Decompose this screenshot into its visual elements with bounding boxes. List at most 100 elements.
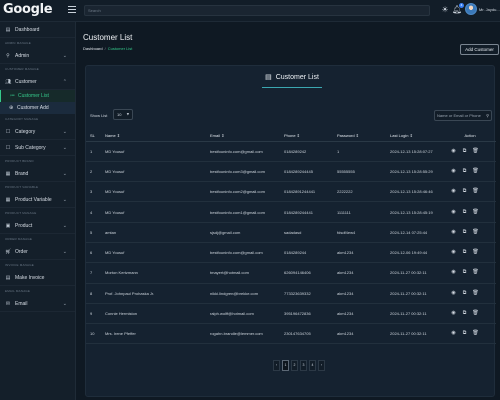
- cell-email: bestfouninfo.com@gmail.com: [210, 141, 284, 162]
- sidebar-item-email[interactable]: ✉ Email ⌄: [0, 296, 75, 312]
- cell-name: Connie Hermiston: [101, 303, 210, 325]
- edit-icon[interactable]: ⧉: [461, 209, 468, 216]
- avatar[interactable]: [465, 3, 477, 15]
- cell-sl: 7: [86, 262, 101, 284]
- view-icon[interactable]: ◉: [450, 229, 457, 236]
- view-icon[interactable]: ◉: [450, 148, 457, 155]
- search-icon[interactable]: ⚲: [486, 113, 489, 118]
- delete-icon[interactable]: 🗑︎: [472, 188, 479, 195]
- sidebar-item-customer-list[interactable]: ≔ Customer List: [0, 90, 75, 102]
- admin-icon: ⚲: [6, 52, 10, 59]
- view-icon[interactable]: ◉: [450, 310, 457, 317]
- cell-email: sjsdj@gmail.com: [210, 222, 284, 243]
- hamburger-menu-icon[interactable]: [68, 6, 76, 14]
- cell-action: ◉ ⧉ 🗑︎: [444, 262, 496, 284]
- view-icon[interactable]: ◉: [450, 269, 457, 276]
- delete-icon[interactable]: 🗑︎: [472, 269, 479, 276]
- delete-icon[interactable]: 🗑︎: [472, 290, 479, 297]
- edit-icon[interactable]: ⧉: [461, 148, 468, 155]
- delete-icon[interactable]: 🗑︎: [472, 229, 479, 236]
- cell-phone: 230147634705: [284, 323, 337, 345]
- sidebar-item-sub-category[interactable]: ☐ Sub Category ⌄: [0, 140, 75, 156]
- pagination-next[interactable]: ›: [318, 360, 325, 371]
- view-icon[interactable]: ◉: [450, 188, 457, 195]
- sidebar-section-category: CATEGORY MANAGE: [5, 117, 39, 121]
- table-search-input[interactable]: [435, 111, 491, 120]
- sidebar-section-variable: PRODUCT VARIABLE: [5, 185, 39, 189]
- cell-email: bestfouninfo.com@gmail.com: [210, 242, 284, 264]
- pagination-page[interactable]: 4: [309, 360, 316, 371]
- col-action: Action: [444, 130, 496, 142]
- delete-icon[interactable]: 🗑︎: [472, 148, 479, 155]
- sidebar-item-admin[interactable]: ⚲ Admin ⌄: [0, 48, 75, 64]
- sidebar-item-customer[interactable]: 👥︎ Customer ⌃: [0, 74, 75, 90]
- cell-phone: 0184289242: [284, 141, 337, 162]
- edit-icon[interactable]: ⧉: [461, 229, 468, 236]
- cell-sl: 10: [86, 323, 101, 345]
- edit-icon[interactable]: ⧉: [461, 290, 468, 297]
- view-icon[interactable]: ◉: [450, 168, 457, 175]
- cell-password: 2222222: [337, 181, 390, 203]
- edit-icon[interactable]: ⧉: [461, 269, 468, 276]
- sidebar-item-dashboard[interactable]: ▤ Dashboard: [0, 22, 75, 38]
- add-customer-button[interactable]: Add Customer: [460, 44, 499, 55]
- chevron-down-icon: ▼: [126, 112, 129, 116]
- table-search[interactable]: ⚲: [434, 110, 492, 121]
- cell-action: ◉ ⧉ 🗑︎: [444, 201, 496, 223]
- chevron-down-icon: ⌄: [62, 129, 67, 135]
- edit-icon[interactable]: ⧉: [461, 168, 468, 175]
- delete-icon[interactable]: 🗑︎: [472, 249, 479, 256]
- sidebar-item-customer-add[interactable]: ⊕ Customer Add: [0, 102, 75, 114]
- view-icon[interactable]: ◉: [450, 330, 457, 337]
- edit-icon[interactable]: ⧉: [461, 310, 468, 317]
- table-row: 2 MD Yousuf bestfouninfo.com3@gmail.com 018…: [86, 161, 496, 183]
- col-password[interactable]: Password ⇕: [337, 130, 390, 142]
- view-icon[interactable]: ◉: [450, 290, 457, 297]
- cell-sl: 6: [86, 242, 101, 264]
- col-email[interactable]: Email ⇕: [210, 130, 284, 142]
- edit-icon[interactable]: ⧉: [461, 188, 468, 195]
- pagination: ‹ 1 2 3 4 ›: [273, 360, 325, 371]
- show-list-select[interactable]: 10 ▼: [113, 109, 133, 120]
- bell-icon[interactable]: 🔔︎ 4: [452, 3, 464, 15]
- pagination-page[interactable]: 1: [282, 360, 289, 371]
- sidebar-item-order[interactable]: 🛒︎ Order ⌄: [0, 244, 75, 260]
- global-search[interactable]: [84, 5, 430, 16]
- delete-icon[interactable]: 🗑︎: [472, 168, 479, 175]
- cell-name: MD Yousuf: [101, 242, 210, 264]
- view-icon[interactable]: ◉: [450, 249, 457, 256]
- delete-icon[interactable]: 🗑︎: [472, 310, 479, 317]
- page-title: Customer List: [83, 33, 133, 42]
- sidebar-item-make-invoice[interactable]: ▤ Make Invoice: [0, 270, 75, 286]
- breadcrumb-home[interactable]: Dashboard: [83, 46, 103, 51]
- pagination-page[interactable]: 2: [291, 360, 298, 371]
- sidebar-item-category[interactable]: ☐ Category ⌄: [0, 124, 75, 140]
- pagination-page[interactable]: 3: [300, 360, 307, 371]
- user-name[interactable]: Mr. Jaydu...: [479, 7, 500, 12]
- delete-icon[interactable]: 🗑︎: [472, 330, 479, 337]
- sidebar-item-product[interactable]: ▣ Product ⌄: [0, 218, 75, 234]
- sidebar-section-order: ORDER MANAGE: [5, 237, 33, 241]
- sidebar-item-brand[interactable]: ▦ Brand ⌄: [0, 166, 75, 182]
- global-search-input[interactable]: [85, 6, 429, 15]
- app-logo[interactable]: Google: [3, 2, 53, 17]
- delete-icon[interactable]: 🗑︎: [472, 209, 479, 216]
- theme-sun-icon[interactable]: ☀: [440, 5, 450, 15]
- cell-sl: 5: [86, 222, 101, 243]
- view-icon[interactable]: ◉: [450, 209, 457, 216]
- col-sl[interactable]: SL: [86, 130, 101, 142]
- col-phone[interactable]: Phone ⇕: [284, 130, 337, 142]
- edit-icon[interactable]: ⧉: [461, 249, 468, 256]
- chevron-down-icon: ⌄: [62, 145, 67, 151]
- chevron-down-icon: ⌄: [62, 53, 67, 59]
- breadcrumb-separator: /: [104, 46, 106, 51]
- sidebar-item-product-variable[interactable]: ▦ Product Variable ⌄: [0, 192, 75, 208]
- edit-icon[interactable]: ⧉: [461, 330, 468, 337]
- col-last-login[interactable]: Last Login ⇕: [390, 130, 444, 142]
- col-name[interactable]: Name ⇕: [101, 130, 210, 142]
- cell-password: 1: [337, 141, 390, 162]
- chevron-down-icon: ⌄: [62, 197, 67, 203]
- pagination-prev[interactable]: ‹: [273, 360, 280, 371]
- brand-icon: ▦: [5, 170, 11, 177]
- card-title: Customer List: [275, 74, 319, 81]
